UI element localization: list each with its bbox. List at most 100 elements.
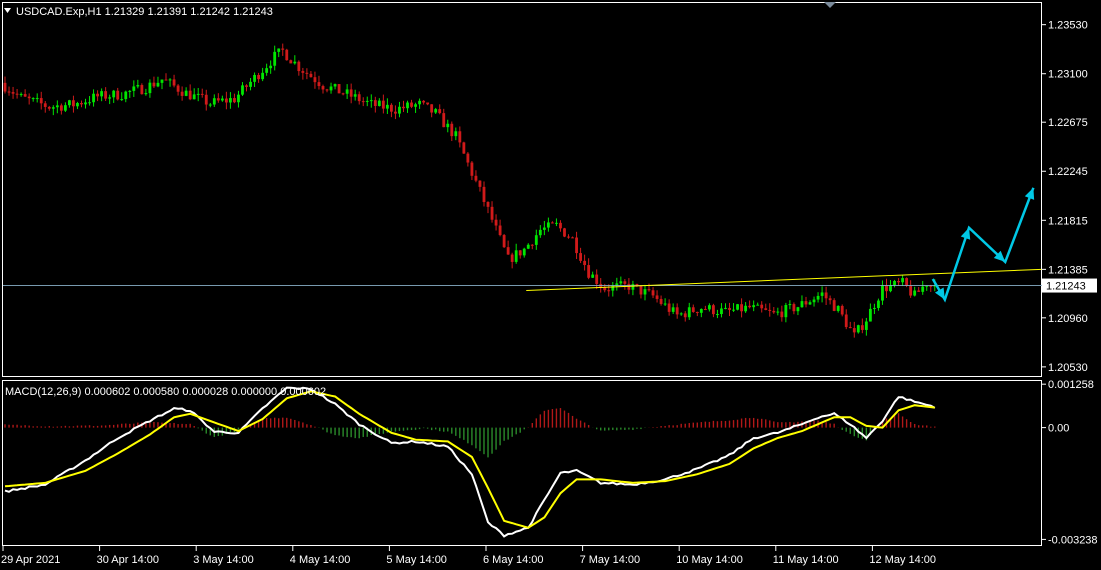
candle-body: [514, 250, 518, 262]
candle-body: [679, 313, 683, 315]
candle-body: [671, 307, 675, 312]
candle-body: [192, 94, 196, 100]
candle-body: [3, 82, 7, 92]
candle-body: [655, 295, 659, 299]
candle-body: [663, 303, 667, 305]
candle-body: [643, 289, 647, 295]
candle-body: [502, 235, 506, 248]
candle-body: [39, 98, 43, 104]
candle-body: [760, 304, 764, 309]
price-tick-label: 1.21385: [1048, 264, 1088, 276]
candle-body: [494, 219, 498, 226]
candle-body: [47, 106, 51, 109]
candle-body: [51, 107, 55, 109]
candle-body: [341, 93, 345, 95]
candle-body: [856, 325, 860, 333]
symbol-header: USDCAD.Exp,H1 1.21329 1.21391 1.21242 1.…: [16, 6, 273, 18]
candle-body: [35, 98, 39, 100]
candle-body: [398, 106, 401, 114]
candle-body: [454, 131, 458, 137]
candle-body: [792, 304, 796, 312]
candle-body: [555, 222, 558, 224]
candle-body: [712, 305, 715, 315]
candle-body: [414, 104, 417, 107]
candle-body: [136, 85, 140, 87]
candle-body: [422, 100, 426, 103]
candle-body: [325, 89, 329, 91]
candle-body: [868, 308, 872, 322]
candle-body: [707, 305, 711, 310]
candle-body: [780, 311, 784, 318]
candle-body: [563, 228, 566, 237]
candle-body: [164, 79, 168, 81]
candle-body: [285, 49, 289, 61]
candle-body: [659, 298, 663, 304]
candle-body: [913, 290, 917, 296]
candle-body: [639, 285, 643, 295]
candle-body: [728, 307, 731, 310]
candle-body: [897, 280, 900, 283]
candle-body: [885, 285, 888, 292]
candle-body: [627, 283, 631, 290]
candle-body: [824, 292, 828, 299]
candle-body: [385, 104, 389, 109]
candle-body: [406, 102, 409, 109]
candle-body: [784, 304, 788, 318]
candle-body: [249, 81, 252, 87]
trading-chart[interactable]: 1.23530 1.23100 1.22675 1.22245 1.21815 1.213…: [0, 0, 1101, 570]
candle-body: [740, 304, 743, 312]
candle-body: [534, 235, 538, 245]
candle-body: [482, 186, 486, 202]
candle-body: [522, 248, 526, 256]
candle-body: [703, 308, 707, 310]
candle-body: [623, 281, 627, 284]
time-tick-label: 3 May 14:00: [193, 554, 254, 566]
candle-body: [724, 307, 727, 309]
candle-body: [647, 289, 651, 291]
candle-body: [788, 304, 792, 306]
candle-body: [615, 283, 619, 286]
candle-body: [840, 305, 844, 315]
candle-body: [168, 79, 172, 81]
candle-body: [80, 103, 83, 105]
candle-body: [675, 307, 679, 315]
candle-body: [458, 131, 462, 143]
candle-body: [55, 105, 59, 108]
candle-body: [699, 308, 703, 313]
candle-body: [442, 113, 446, 128]
candle-body: [764, 308, 768, 310]
candle-body: [691, 307, 695, 312]
candle-body: [329, 86, 333, 91]
candle-body: [567, 236, 570, 238]
candle-body: [820, 292, 824, 296]
candle-body: [812, 299, 816, 303]
candle-body: [486, 201, 490, 207]
candle-body: [76, 103, 79, 107]
candle-body: [321, 86, 325, 90]
candle-body: [305, 72, 309, 74]
candle-body: [237, 94, 240, 103]
candle-body: [832, 300, 836, 311]
candle-body: [381, 100, 385, 109]
candle-body: [112, 90, 116, 98]
candle-body: [353, 94, 357, 97]
candle-body: [905, 278, 909, 286]
candle-body: [651, 290, 655, 296]
candle-body: [426, 102, 430, 105]
candle-body: [200, 93, 204, 95]
time-tick-label: 6 May 14:00: [483, 554, 544, 566]
candle-body: [148, 82, 152, 94]
candle-body: [313, 77, 317, 83]
candle-body: [257, 74, 260, 80]
candle-body: [365, 100, 369, 102]
candle-body: [466, 153, 470, 163]
candle-body: [68, 100, 71, 106]
candle-body: [720, 308, 723, 315]
candle-body: [19, 94, 23, 96]
candle-body: [224, 98, 228, 103]
candle-body: [736, 304, 739, 310]
candle-body: [390, 104, 393, 112]
candle-body: [828, 298, 832, 301]
candle-body: [716, 314, 719, 316]
candle-body: [245, 85, 248, 87]
